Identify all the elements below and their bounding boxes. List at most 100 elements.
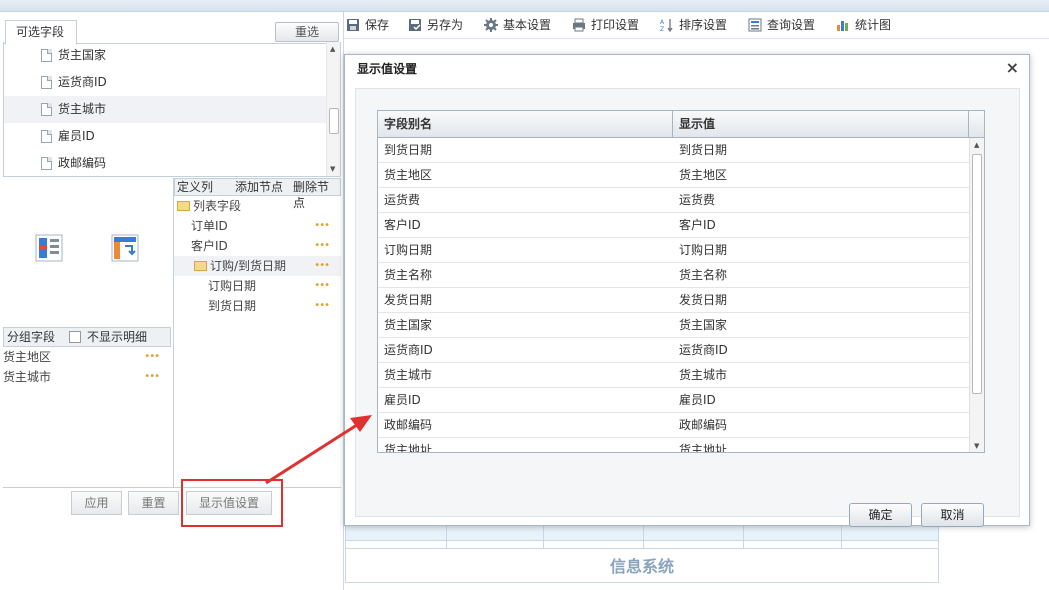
document-icon bbox=[41, 157, 52, 170]
print-settings-button[interactable]: 打印设置 bbox=[572, 15, 639, 35]
list-item[interactable]: 货主城市 bbox=[4, 96, 340, 123]
display-value-cell[interactable]: 发货日期 bbox=[679, 288, 727, 312]
reset-button[interactable]: 重置 bbox=[128, 491, 179, 515]
report-title: 信息系统 bbox=[609, 557, 674, 576]
tree-node[interactable]: 订单ID ••• bbox=[174, 216, 341, 236]
group-field-item[interactable]: 货主地区 ••• bbox=[3, 347, 171, 367]
table-row[interactable]: 货主地区 货主地区 bbox=[378, 163, 970, 188]
table-row[interactable]: 客户ID 客户ID bbox=[378, 213, 970, 238]
table-row[interactable]: 政邮编码 政邮编码 bbox=[378, 413, 970, 438]
dialog-body: 字段别名 显示值 到货日期 到货日期 货主地区 货主地区 运货费 运货费 客户ID 客户ID 订… bbox=[355, 88, 1020, 527]
list-item[interactable]: 货主国家 bbox=[4, 42, 340, 69]
table-row[interactable]: 到货日期 到货日期 bbox=[378, 138, 970, 163]
tree-node[interactable]: 订购/到货日期 ••• bbox=[174, 256, 341, 276]
table-row[interactable]: 雇员ID 雇员ID bbox=[378, 388, 970, 413]
column-header-alias[interactable]: 字段别名 bbox=[378, 111, 673, 138]
save-as-icon bbox=[409, 18, 421, 31]
list-item[interactable]: 雇员ID bbox=[4, 123, 340, 150]
display-value-cell[interactable]: 运货费 bbox=[679, 188, 715, 212]
table-row[interactable]: 货主名称 货主名称 bbox=[378, 263, 970, 288]
tree-node[interactable]: 到货日期 ••• bbox=[174, 296, 341, 316]
close-icon[interactable]: × bbox=[1006, 60, 1019, 76]
more-icon[interactable]: ••• bbox=[314, 216, 330, 236]
scroll-down-icon[interactable]: ▼ bbox=[974, 442, 979, 450]
field-alias-cell: 客户ID bbox=[384, 218, 421, 232]
display-value-cell[interactable]: 雇员ID bbox=[679, 388, 716, 412]
display-value-cell[interactable]: 货主城市 bbox=[679, 363, 727, 387]
folder-icon bbox=[194, 260, 207, 271]
field-alias-cell: 雇员ID bbox=[384, 393, 421, 407]
sort-az-icon: AZ bbox=[660, 18, 673, 32]
dialog-title: 显示值设置 bbox=[357, 62, 418, 76]
column-header-display-value[interactable]: 显示值 bbox=[673, 111, 969, 138]
column-list-icon[interactable] bbox=[35, 234, 63, 262]
document-icon bbox=[41, 49, 52, 62]
more-icon[interactable]: ••• bbox=[144, 347, 160, 367]
scrollbar-thumb[interactable] bbox=[972, 154, 982, 394]
table-row[interactable]: 货主国家 货主国家 bbox=[378, 313, 970, 338]
scroll-up-icon[interactable]: ▲ bbox=[330, 45, 335, 53]
report-preview: 信息系统 bbox=[345, 518, 939, 583]
tree-node[interactable]: 订购日期 ••• bbox=[174, 276, 341, 296]
list-item[interactable]: 运货商ID bbox=[4, 69, 340, 96]
list-item[interactable]: 政邮编码 bbox=[4, 150, 340, 176]
grid-rows: 到货日期 到货日期 货主地区 货主地区 运货费 运货费 客户ID 客户ID 订购日期 订购日期 货主… bbox=[378, 138, 970, 453]
display-value-cell[interactable]: 货主地址 bbox=[679, 438, 727, 452]
more-icon[interactable]: ••• bbox=[314, 276, 330, 296]
table-row[interactable]: 订购日期 订购日期 bbox=[378, 238, 970, 263]
display-value-cell[interactable]: 货主国家 bbox=[679, 313, 727, 337]
field-alias-cell: 货主地址 bbox=[384, 443, 433, 453]
grid-header: 字段别名 显示值 bbox=[378, 111, 984, 138]
apply-button[interactable]: 应用 bbox=[71, 491, 122, 515]
display-value-cell[interactable]: 到货日期 bbox=[679, 138, 727, 162]
display-value-cell[interactable]: 运货商ID bbox=[679, 338, 728, 362]
display-value-cell[interactable]: 货主地区 bbox=[679, 163, 727, 187]
ok-button[interactable]: 确定 bbox=[849, 503, 912, 527]
save-as-button[interactable]: 另存为 bbox=[408, 15, 463, 35]
table-row[interactable]: 货主地址 货主地址 bbox=[378, 438, 970, 453]
report-row bbox=[346, 541, 938, 549]
field-alias-cell: 货主城市 bbox=[384, 368, 433, 382]
define-column-label: 定义列 bbox=[177, 180, 214, 194]
svg-text:Z: Z bbox=[660, 26, 664, 32]
column-definition-header: 定义列 添加节点 删除节点 bbox=[174, 178, 341, 210]
group-field-item[interactable]: 货主城市 ••• bbox=[3, 367, 171, 387]
save-button[interactable]: 保存 bbox=[346, 15, 389, 35]
scroll-up-icon[interactable]: ▲ bbox=[974, 141, 979, 149]
sort-settings-button[interactable]: A Z 排序设置 bbox=[660, 15, 727, 35]
scrollbar-thumb[interactable] bbox=[329, 108, 339, 134]
display-value-dialog: 显示值设置 × 字段别名 显示值 到货日期 到货日期 货主地区 货主地区 运货费 运货费客… bbox=[344, 54, 1030, 527]
available-fields-list: 货主国家 运货商ID 货主城市 雇员ID 政邮编码 ▲ ▼ bbox=[3, 42, 341, 177]
reselect-button[interactable]: 重选 bbox=[275, 22, 339, 42]
more-icon[interactable]: ••• bbox=[144, 367, 160, 387]
more-icon[interactable]: ••• bbox=[314, 236, 330, 256]
field-alias-cell: 货主名称 bbox=[384, 268, 433, 282]
field-alias-cell: 运货费 bbox=[384, 193, 421, 207]
more-icon[interactable]: ••• bbox=[314, 296, 330, 316]
tree-node[interactable]: 客户ID ••• bbox=[174, 236, 341, 256]
display-value-cell[interactable]: 订购日期 bbox=[679, 238, 727, 262]
table-row[interactable]: 运货费 运货费 bbox=[378, 188, 970, 213]
table-row[interactable]: 发货日期 发货日期 bbox=[378, 288, 970, 313]
fields-scrollbar[interactable]: ▲ ▼ bbox=[326, 42, 340, 176]
grid-scrollbar[interactable]: ▲ ▼ bbox=[969, 138, 984, 452]
table-row[interactable]: 货主城市 货主城市 bbox=[378, 363, 970, 388]
add-node-button[interactable]: 添加节点 bbox=[235, 179, 283, 195]
more-icon[interactable]: ••• bbox=[314, 256, 330, 276]
query-icon bbox=[748, 18, 762, 31]
hide-detail-checkbox[interactable] bbox=[69, 330, 82, 343]
display-value-cell[interactable]: 客户ID bbox=[679, 213, 716, 237]
display-value-grid: 字段别名 显示值 到货日期 到货日期 货主地区 货主地区 运货费 运货费 客户ID 客户ID 订… bbox=[377, 110, 985, 453]
display-value-cell[interactable]: 货主名称 bbox=[679, 263, 727, 287]
tree-node[interactable]: 列表字段 bbox=[174, 196, 341, 216]
cancel-button[interactable]: 取消 bbox=[921, 503, 984, 527]
statistics-chart-button[interactable]: 统计图 bbox=[836, 15, 891, 35]
display-value-cell[interactable]: 政邮编码 bbox=[679, 413, 727, 437]
pivot-icon[interactable] bbox=[111, 234, 139, 262]
field-alias-cell: 运货商ID bbox=[384, 343, 433, 357]
scroll-down-icon[interactable]: ▼ bbox=[330, 165, 335, 173]
query-settings-button[interactable]: 查询设置 bbox=[748, 15, 815, 35]
table-row[interactable]: 运货商ID 运货商ID bbox=[378, 338, 970, 363]
secondary-toolbar bbox=[344, 38, 1049, 54]
basic-settings-button[interactable]: 基本设置 bbox=[484, 15, 551, 35]
